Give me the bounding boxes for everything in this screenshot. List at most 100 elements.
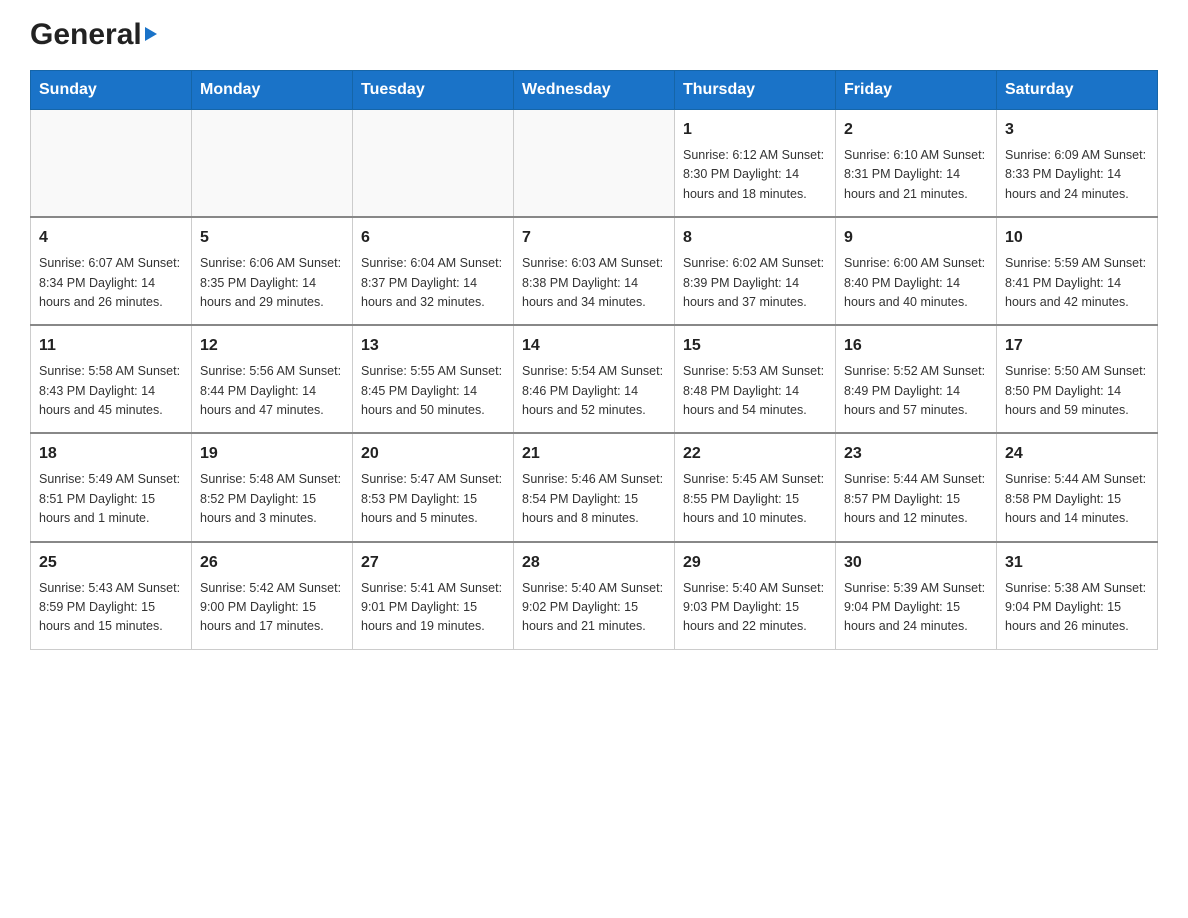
day-info: Sunrise: 5:44 AM Sunset: 8:58 PM Dayligh… — [1005, 470, 1149, 528]
day-number: 9 — [844, 226, 988, 250]
day-info: Sunrise: 6:02 AM Sunset: 8:39 PM Dayligh… — [683, 254, 827, 312]
day-number: 1 — [683, 118, 827, 142]
day-info: Sunrise: 6:00 AM Sunset: 8:40 PM Dayligh… — [844, 254, 988, 312]
calendar-cell: 20Sunrise: 5:47 AM Sunset: 8:53 PM Dayli… — [353, 433, 514, 541]
calendar-cell: 13Sunrise: 5:55 AM Sunset: 8:45 PM Dayli… — [353, 325, 514, 433]
day-number: 20 — [361, 442, 505, 466]
calendar-table: SundayMondayTuesdayWednesdayThursdayFrid… — [30, 70, 1158, 650]
day-info: Sunrise: 5:58 AM Sunset: 8:43 PM Dayligh… — [39, 362, 183, 420]
day-number: 30 — [844, 551, 988, 575]
day-number: 22 — [683, 442, 827, 466]
weekday-header-tuesday: Tuesday — [353, 71, 514, 110]
calendar-cell: 3Sunrise: 6:09 AM Sunset: 8:33 PM Daylig… — [997, 110, 1158, 218]
calendar-cell: 5 Sunrise: 6:06 AM Sunset: 8:35 PM Daylig… — [192, 217, 353, 325]
calendar-cell: 8 Sunrise: 6:02 AM Sunset: 8:39 PM Daylig… — [675, 217, 836, 325]
day-info: Sunrise: 6:06 AM Sunset: 8:35 PM Dayligh… — [200, 254, 344, 312]
calendar-cell: 7Sunrise: 6:03 AM Sunset: 8:38 PM Daylig… — [514, 217, 675, 325]
week-row-5: 25 Sunrise: 5:43 AM Sunset: 8:59 PM Dayli… — [31, 542, 1158, 650]
day-info: Sunrise: 5:56 AM Sunset: 8:44 PM Dayligh… — [200, 362, 344, 420]
day-number: 8 — [683, 226, 827, 250]
calendar-cell: 19 Sunrise: 5:48 AM Sunset: 8:52 PM Dayli… — [192, 433, 353, 541]
logo-triangle-icon — [145, 27, 157, 41]
day-number: 18 — [39, 442, 183, 466]
day-number: 2 — [844, 118, 988, 142]
calendar-cell: 11 Sunrise: 5:58 AM Sunset: 8:43 PM Dayli… — [31, 325, 192, 433]
day-number: 28 — [522, 551, 666, 575]
day-info: Sunrise: 5:39 AM Sunset: 9:04 PM Dayligh… — [844, 579, 988, 637]
day-number: 14 — [522, 334, 666, 358]
day-number: 21 — [522, 442, 666, 466]
day-info: Sunrise: 5:55 AM Sunset: 8:45 PM Dayligh… — [361, 362, 505, 420]
day-info: Sunrise: 5:54 AM Sunset: 8:46 PM Dayligh… — [522, 362, 666, 420]
calendar-cell: 6 Sunrise: 6:04 AM Sunset: 8:37 PM Daylig… — [353, 217, 514, 325]
day-number: 31 — [1005, 551, 1149, 575]
day-info: Sunrise: 6:09 AM Sunset: 8:33 PM Dayligh… — [1005, 146, 1149, 204]
calendar-cell: 22 Sunrise: 5:45 AM Sunset: 8:55 PM Dayli… — [675, 433, 836, 541]
day-number: 23 — [844, 442, 988, 466]
day-number: 15 — [683, 334, 827, 358]
day-number: 25 — [39, 551, 183, 575]
weekday-header-monday: Monday — [192, 71, 353, 110]
day-info: Sunrise: 5:52 AM Sunset: 8:49 PM Dayligh… — [844, 362, 988, 420]
day-number: 16 — [844, 334, 988, 358]
calendar-cell: 29 Sunrise: 5:40 AM Sunset: 9:03 PM Dayli… — [675, 542, 836, 650]
day-number: 12 — [200, 334, 344, 358]
weekday-header-saturday: Saturday — [997, 71, 1158, 110]
day-info: Sunrise: 5:59 AM Sunset: 8:41 PM Dayligh… — [1005, 254, 1149, 312]
calendar-cell — [353, 110, 514, 218]
calendar-cell: 26 Sunrise: 5:42 AM Sunset: 9:00 PM Dayli… — [192, 542, 353, 650]
day-info: Sunrise: 5:45 AM Sunset: 8:55 PM Dayligh… — [683, 470, 827, 528]
weekday-header-thursday: Thursday — [675, 71, 836, 110]
day-number: 24 — [1005, 442, 1149, 466]
day-info: Sunrise: 5:40 AM Sunset: 9:02 PM Dayligh… — [522, 579, 666, 637]
day-number: 5 — [200, 226, 344, 250]
week-row-1: 1 Sunrise: 6:12 AM Sunset: 8:30 PM Daylig… — [31, 110, 1158, 218]
calendar-cell: 31 Sunrise: 5:38 AM Sunset: 9:04 PM Dayli… — [997, 542, 1158, 650]
day-info: Sunrise: 5:40 AM Sunset: 9:03 PM Dayligh… — [683, 579, 827, 637]
calendar-cell: 9 Sunrise: 6:00 AM Sunset: 8:40 PM Daylig… — [836, 217, 997, 325]
calendar-cell: 17 Sunrise: 5:50 AM Sunset: 8:50 PM Dayli… — [997, 325, 1158, 433]
weekday-header-friday: Friday — [836, 71, 997, 110]
calendar-cell: 12 Sunrise: 5:56 AM Sunset: 8:44 PM Dayli… — [192, 325, 353, 433]
logo: General — [30, 20, 157, 50]
day-info: Sunrise: 6:10 AM Sunset: 8:31 PM Dayligh… — [844, 146, 988, 204]
calendar-cell: 4 Sunrise: 6:07 AM Sunset: 8:34 PM Daylig… — [31, 217, 192, 325]
day-info: Sunrise: 5:50 AM Sunset: 8:50 PM Dayligh… — [1005, 362, 1149, 420]
day-number: 19 — [200, 442, 344, 466]
calendar-cell: 1 Sunrise: 6:12 AM Sunset: 8:30 PM Daylig… — [675, 110, 836, 218]
day-number: 6 — [361, 226, 505, 250]
day-info: Sunrise: 6:03 AM Sunset: 8:38 PM Dayligh… — [522, 254, 666, 312]
day-info: Sunrise: 5:53 AM Sunset: 8:48 PM Dayligh… — [683, 362, 827, 420]
calendar-cell: 2 Sunrise: 6:10 AM Sunset: 8:31 PM Daylig… — [836, 110, 997, 218]
weekday-header-wednesday: Wednesday — [514, 71, 675, 110]
calendar-cell: 21Sunrise: 5:46 AM Sunset: 8:54 PM Dayli… — [514, 433, 675, 541]
day-info: Sunrise: 5:38 AM Sunset: 9:04 PM Dayligh… — [1005, 579, 1149, 637]
calendar-cell: 30 Sunrise: 5:39 AM Sunset: 9:04 PM Dayli… — [836, 542, 997, 650]
day-info: Sunrise: 6:04 AM Sunset: 8:37 PM Dayligh… — [361, 254, 505, 312]
page-header: General — [30, 20, 1158, 50]
calendar-cell: 18 Sunrise: 5:49 AM Sunset: 8:51 PM Dayli… — [31, 433, 192, 541]
calendar-cell: 23 Sunrise: 5:44 AM Sunset: 8:57 PM Dayli… — [836, 433, 997, 541]
day-info: Sunrise: 5:44 AM Sunset: 8:57 PM Dayligh… — [844, 470, 988, 528]
calendar-cell: 16 Sunrise: 5:52 AM Sunset: 8:49 PM Dayli… — [836, 325, 997, 433]
calendar-cell: 24 Sunrise: 5:44 AM Sunset: 8:58 PM Dayli… — [997, 433, 1158, 541]
day-info: Sunrise: 5:42 AM Sunset: 9:00 PM Dayligh… — [200, 579, 344, 637]
calendar-cell — [31, 110, 192, 218]
calendar-cell: 10 Sunrise: 5:59 AM Sunset: 8:41 PM Dayli… — [997, 217, 1158, 325]
calendar-cell — [514, 110, 675, 218]
day-info: Sunrise: 6:07 AM Sunset: 8:34 PM Dayligh… — [39, 254, 183, 312]
day-info: Sunrise: 6:12 AM Sunset: 8:30 PM Dayligh… — [683, 146, 827, 204]
day-number: 4 — [39, 226, 183, 250]
day-info: Sunrise: 5:43 AM Sunset: 8:59 PM Dayligh… — [39, 579, 183, 637]
day-number: 10 — [1005, 226, 1149, 250]
day-number: 29 — [683, 551, 827, 575]
day-info: Sunrise: 5:49 AM Sunset: 8:51 PM Dayligh… — [39, 470, 183, 528]
calendar-cell: 15 Sunrise: 5:53 AM Sunset: 8:48 PM Dayli… — [675, 325, 836, 433]
day-number: 17 — [1005, 334, 1149, 358]
day-info: Sunrise: 5:48 AM Sunset: 8:52 PM Dayligh… — [200, 470, 344, 528]
calendar-cell — [192, 110, 353, 218]
week-row-2: 4 Sunrise: 6:07 AM Sunset: 8:34 PM Daylig… — [31, 217, 1158, 325]
calendar-header-row: SundayMondayTuesdayWednesdayThursdayFrid… — [31, 71, 1158, 110]
day-number: 26 — [200, 551, 344, 575]
day-number: 11 — [39, 334, 183, 358]
